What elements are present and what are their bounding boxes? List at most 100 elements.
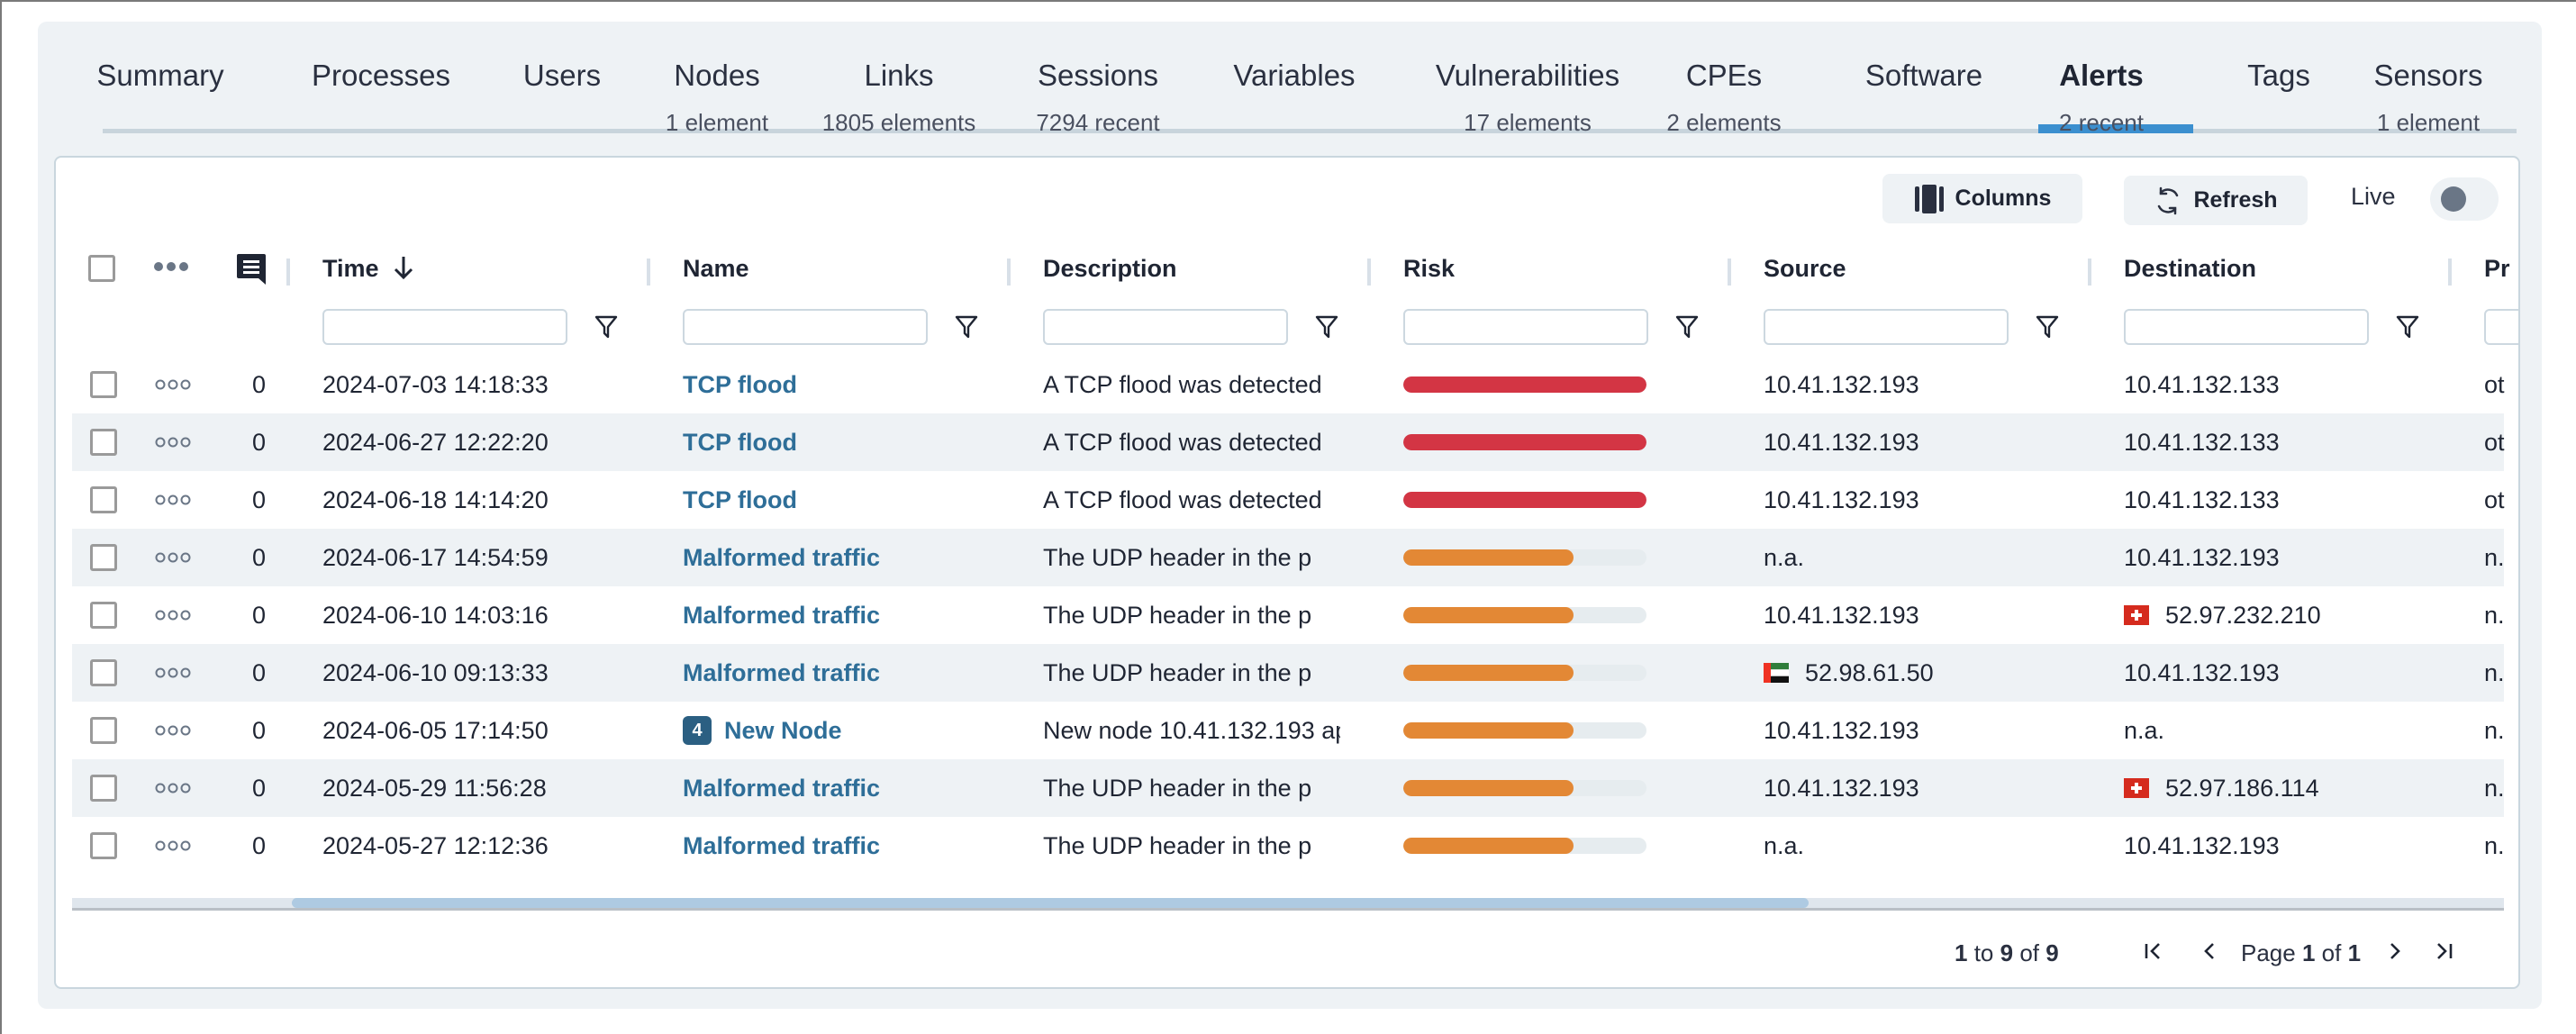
table-row[interactable]: 0 2024-06-27 12:22:20 TCP flood A TCP flood… (72, 413, 2505, 471)
alert-name-link[interactable]: Malformed traffic (683, 817, 1025, 875)
tab-alerts[interactable]: Alerts 2 recent (2052, 54, 2151, 141)
select-all-checkbox[interactable] (88, 255, 115, 282)
alert-name: Malformed traffic (683, 602, 881, 629)
columns-button[interactable]: Columns (1882, 174, 2082, 223)
row-actions-icon[interactable] (155, 725, 191, 736)
live-toggle[interactable] (2430, 177, 2499, 221)
table-row[interactable]: 0 2024-05-27 12:12:36 Malformed traffic The… (72, 817, 2505, 875)
comment-count: 0 (252, 602, 267, 629)
page-indicator: Page 1 of 1 (2241, 930, 2361, 975)
row-actions-icon[interactable] (155, 437, 191, 448)
alert-name-link[interactable]: TCP flood (683, 413, 1025, 471)
previous-page-button[interactable] (2200, 930, 2219, 975)
first-page-button[interactable] (2144, 930, 2163, 975)
column-header-time[interactable]: Time (322, 255, 415, 283)
tab-summary[interactable]: Summary (88, 54, 232, 104)
column-header-protocol[interactable]: Pr (2484, 255, 2510, 283)
filter-icon[interactable] (594, 314, 618, 340)
table-row[interactable]: 0 2024-07-03 14:18:33 TCP flood A TCP flood… (72, 356, 2505, 413)
tab-users[interactable]: Users (517, 54, 607, 104)
alert-name-link[interactable]: Malformed traffic (683, 586, 1025, 644)
filter-input-risk[interactable] (1403, 309, 1648, 345)
row-checkbox[interactable] (90, 775, 117, 802)
filter-input-protocol[interactable] (2484, 309, 2518, 345)
row-actions-icon[interactable] (155, 494, 191, 505)
column-resize-handle[interactable] (286, 258, 290, 286)
column-resize-handle[interactable] (2088, 258, 2091, 286)
table-row[interactable]: 0 2024-06-17 14:54:59 Malformed traffic The… (72, 529, 2505, 586)
filter-input-name[interactable] (683, 309, 928, 345)
row-checkbox[interactable] (90, 544, 117, 571)
tab-vulnerabilities[interactable]: Vulnerabilities 17 elements (1420, 54, 1636, 141)
tab-label: Users (522, 59, 602, 92)
filter-input-destination[interactable] (2124, 309, 2369, 345)
row-actions-icon[interactable] (155, 667, 191, 678)
column-resize-handle[interactable] (647, 258, 650, 286)
columns-icon (1914, 184, 1944, 213)
tab-label: Variables (1233, 59, 1356, 92)
filter-input-source[interactable] (1764, 309, 2009, 345)
alert-name-link[interactable]: TCP flood (683, 471, 1025, 529)
row-range: 1 to 9 of 9 (1955, 930, 2059, 975)
window-frame: Summary Processes Users Nodes 1 element Links… (0, 0, 2576, 1034)
table-row[interactable]: 0 2024-06-10 14:03:16 Malformed traffic The… (72, 586, 2505, 644)
column-resize-handle[interactable] (1007, 258, 1011, 286)
row-actions-header-icon[interactable] (153, 260, 189, 273)
row-actions-icon[interactable] (155, 379, 191, 390)
horizontal-scrollbar[interactable] (72, 898, 2504, 911)
source-ip: 10.41.132.193 (1764, 371, 1919, 398)
filter-icon[interactable] (1315, 314, 1338, 340)
filter-icon[interactable] (955, 314, 978, 340)
alert-name-link[interactable]: Malformed traffic (683, 529, 1025, 586)
tab-links[interactable]: Links 1805 elements (809, 54, 989, 141)
filter-input-description[interactable] (1043, 309, 1288, 345)
alert-name: Malformed traffic (683, 832, 881, 859)
table-row[interactable]: 0 2024-06-05 17:14:50 4 New Node New node 10… (72, 702, 2505, 759)
range-of-word: of (2019, 939, 2040, 966)
next-page-button[interactable] (2385, 930, 2405, 975)
column-resize-handle[interactable] (2448, 258, 2452, 286)
table-row[interactable]: 0 2024-06-10 09:13:33 Malformed traffic The… (72, 644, 2505, 702)
tab-software[interactable]: Software (1852, 54, 1996, 104)
row-actions-icon[interactable] (155, 552, 191, 563)
filter-icon[interactable] (1675, 314, 1699, 340)
column-header-name[interactable]: Name (683, 255, 749, 283)
column-header-source[interactable]: Source (1764, 255, 1846, 283)
row-checkbox[interactable] (90, 371, 117, 398)
row-checkbox[interactable] (90, 717, 117, 744)
refresh-button[interactable]: Refresh (2124, 176, 2308, 225)
tab-cpes[interactable]: CPEs 2 elements (1661, 54, 1787, 141)
row-actions-icon[interactable] (155, 610, 191, 621)
filter-input-time[interactable] (322, 309, 567, 345)
alert-name-link[interactable]: Malformed traffic (683, 644, 1025, 702)
row-checkbox[interactable] (90, 429, 117, 456)
tab-variables[interactable]: Variables (1227, 54, 1362, 104)
row-checkbox[interactable] (90, 659, 117, 686)
tab-sessions[interactable]: Sessions 7294 recent (1021, 54, 1175, 141)
table-row[interactable]: 0 2024-06-18 14:14:20 TCP flood A TCP flood… (72, 471, 2505, 529)
table-row[interactable]: 0 2024-05-29 11:56:28 Malformed traffic The… (72, 759, 2505, 817)
horizontal-scrollbar-thumb[interactable] (292, 898, 1809, 908)
column-header-risk[interactable]: Risk (1403, 255, 1455, 283)
row-actions-icon[interactable] (155, 783, 191, 794)
tab-sensors[interactable]: Sensors 1 element (2356, 54, 2500, 141)
tab-tags[interactable]: Tags (2236, 54, 2322, 104)
row-checkbox[interactable] (90, 602, 117, 629)
column-resize-handle[interactable] (1728, 258, 1731, 286)
tab-processes[interactable]: Processes (295, 54, 467, 104)
column-header-description[interactable]: Description (1043, 255, 1177, 283)
alert-name-link[interactable]: TCP flood (683, 356, 1025, 413)
filter-icon[interactable] (2396, 314, 2419, 340)
filter-icon[interactable] (2036, 314, 2059, 340)
tab-nodes[interactable]: Nodes 1 element (654, 54, 780, 141)
column-resize-handle[interactable] (1367, 258, 1371, 286)
alert-description: The UDP header in the p (1043, 602, 1312, 629)
alert-name-link[interactable]: 4 New Node (683, 702, 1025, 759)
row-checkbox[interactable] (90, 832, 117, 859)
row-checkbox[interactable] (90, 486, 117, 513)
column-header-label: Destination (2124, 255, 2257, 282)
last-page-button[interactable] (2434, 930, 2454, 975)
alert-name-link[interactable]: Malformed traffic (683, 759, 1025, 817)
row-actions-icon[interactable] (155, 840, 191, 851)
column-header-destination[interactable]: Destination (2124, 255, 2256, 283)
